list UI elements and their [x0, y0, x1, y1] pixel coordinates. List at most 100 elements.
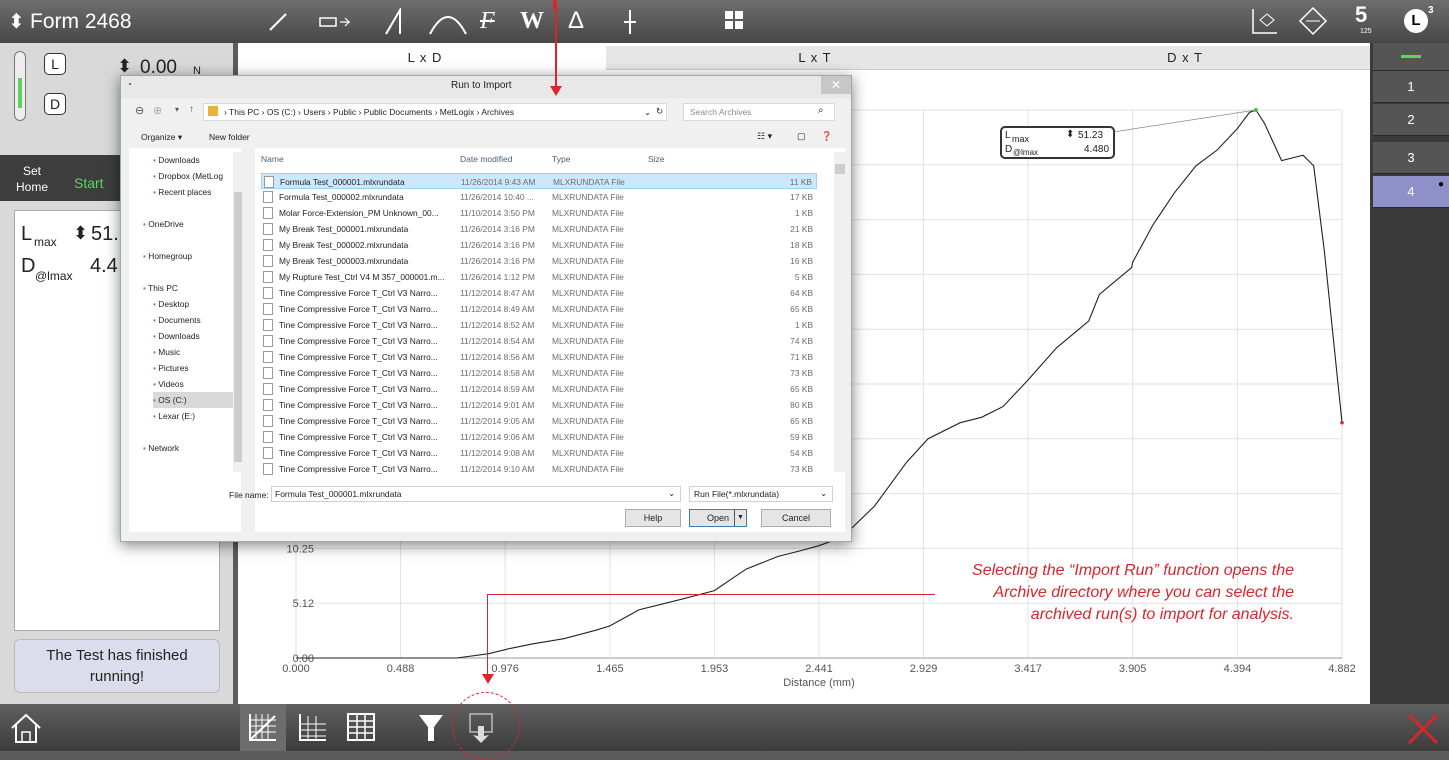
filename-input[interactable]: Formula Test_000001.mlxrundata ⌄ [271, 486, 681, 502]
recent-dropdown-icon[interactable]: ▾ [175, 105, 179, 114]
nav-item[interactable]: ▪ OneDrive [143, 216, 184, 232]
file-row[interactable]: Tine Compressive Force T_Ctrl V3 Narro..… [261, 381, 817, 397]
nav-item[interactable]: ▪ Downloads [153, 328, 200, 344]
forward-arrow-icon[interactable]: ⊕ [153, 104, 162, 117]
cancel-button[interactable]: Cancel [761, 509, 831, 527]
up-arrow-icon[interactable]: ↑ [189, 104, 194, 115]
home-icon[interactable] [8, 710, 44, 746]
run-3[interactable]: 3 [1373, 142, 1449, 174]
file-row[interactable]: Tine Compressive Force T_Ctrl V3 Narro..… [261, 333, 817, 349]
break-icon[interactable] [622, 8, 638, 36]
file-row[interactable]: Tine Compressive Force T_Ctrl V3 Narro..… [261, 349, 817, 365]
l-badge[interactable]: L [1404, 9, 1428, 33]
file-row[interactable]: My Break Test_000003.mlxrundata 11/26/201… [261, 253, 817, 269]
d-button[interactable]: D [44, 93, 66, 115]
breadcrumb[interactable]: › This PC › OS (C:) › Users › Public › P… [224, 107, 514, 117]
tab-lxt[interactable]: L x T [606, 46, 1024, 70]
open-button[interactable]: Open ▼ [689, 509, 747, 527]
file-row[interactable]: My Break Test_000001.mlxrundata 11/26/201… [261, 221, 817, 237]
help-button[interactable]: Help [625, 509, 681, 527]
breadcrumb-item[interactable]: This PC [229, 107, 262, 117]
help-icon[interactable]: ❓ [821, 131, 832, 142]
file-row[interactable]: Tine Compressive Force T_Ctrl V3 Narro..… [261, 285, 817, 301]
file-row[interactable]: My Rupture Test_Ctrl V4 M 357_000001.m..… [261, 269, 817, 285]
file-row[interactable]: Tine Compressive Force T_Ctrl V3 Narro..… [261, 429, 817, 445]
file-row[interactable]: Tine Compressive Force T_Ctrl V3 Narro..… [261, 317, 817, 333]
file-row[interactable]: Tine Compressive Force T_Ctrl V3 Narro..… [261, 397, 817, 413]
nav-item[interactable]: ▪ Network [143, 440, 179, 456]
dialog-close-button[interactable]: ✕ [821, 76, 851, 94]
breadcrumb-item[interactable]: Public [333, 107, 359, 117]
strikethrough-f-icon[interactable]: F [480, 8, 495, 34]
breadcrumb-item[interactable]: MetLogix [440, 107, 477, 117]
nav-scrollbar[interactable] [233, 152, 243, 472]
curve-icon[interactable] [428, 8, 468, 36]
slope-icon[interactable] [382, 8, 408, 36]
file-row[interactable]: Tine Compressive Force T_Ctrl V3 Narro..… [261, 413, 817, 429]
col-date[interactable]: Date modified [460, 154, 512, 164]
file-scrollbar[interactable] [834, 152, 846, 472]
nav-item[interactable]: ▪ Dropbox (MetLog [153, 168, 223, 184]
breadcrumb-item[interactable]: Archives [481, 107, 514, 117]
breadcrumb-item[interactable]: Public Documents [364, 107, 435, 117]
marker-icon[interactable] [318, 12, 352, 32]
set-home-button[interactable]: Set Home [14, 163, 50, 195]
start-button[interactable]: Start [74, 175, 104, 191]
nav-item[interactable]: ▪ Videos [153, 376, 184, 392]
tab-dxt[interactable]: D x T [1000, 46, 1370, 70]
filter-icon[interactable] [416, 712, 446, 744]
back-arrow-icon[interactable]: ⊖ [135, 104, 144, 117]
nav-item[interactable]: ▪ Pictures [153, 360, 189, 376]
nav-item[interactable]: ▪ OS (C:) [153, 392, 233, 408]
file-row[interactable]: Tine Compressive Force T_Ctrl V3 Narro..… [261, 365, 817, 381]
nav-scrollbar-thumb[interactable] [234, 192, 242, 462]
nav-item[interactable]: ▪ Downloads [153, 152, 200, 168]
l-button[interactable]: L [44, 53, 66, 75]
count-5[interactable]: 5 [1355, 2, 1367, 28]
address-bar[interactable]: › This PC › OS (C:) › Users › Public › P… [203, 103, 667, 121]
diamond-target-icon[interactable] [1298, 6, 1328, 36]
address-dropdown-icon[interactable]: ⌄ [644, 107, 651, 118]
nav-item[interactable]: ▪ Recent places [153, 184, 211, 200]
filename-dropdown-icon[interactable]: ⌄ [668, 488, 675, 499]
view-options-icon[interactable]: ☷ ▾ [757, 131, 772, 142]
file-scrollbar-thumb[interactable] [835, 164, 845, 174]
file-row[interactable]: Tine Compressive Force T_Ctrl V3 Narro..… [261, 445, 817, 461]
bar-graph-icon[interactable] [298, 712, 328, 742]
search-icon[interactable]: ⌕ [818, 105, 824, 116]
new-folder-button[interactable]: New folder [209, 132, 250, 142]
chart-origin-icon[interactable] [1250, 6, 1280, 36]
filetype-select[interactable]: Run File(*.mlxrundata) ⌄ [689, 486, 833, 502]
grid-icon[interactable] [724, 10, 744, 30]
filetype-dropdown-icon[interactable]: ⌄ [820, 488, 827, 499]
refresh-icon[interactable]: ↻ [656, 106, 663, 117]
table-view-icon[interactable] [346, 712, 376, 742]
breadcrumb-item[interactable]: Users [303, 107, 328, 117]
delta-icon[interactable]: Δ [568, 8, 584, 34]
expand-arrows-icon[interactable]: ⬍ [8, 9, 25, 34]
form-title[interactable]: Form 2468 [30, 10, 132, 34]
col-name[interactable]: Name [261, 154, 284, 164]
breadcrumb-item[interactable]: OS (C:) [267, 107, 298, 117]
tab-lxd[interactable]: L x D [244, 46, 606, 70]
nav-item[interactable]: ▪ Desktop [153, 296, 189, 312]
w-icon[interactable]: W [520, 8, 544, 34]
nav-item[interactable]: ▪ Lexar (E:) [153, 408, 195, 424]
nav-item[interactable]: ▪ Homegroup [143, 248, 192, 264]
run-1[interactable]: 1 [1373, 71, 1449, 103]
file-row[interactable]: Formula Test_000002.mlxrundata 11/26/2014… [261, 189, 817, 205]
file-row[interactable]: My Break Test_000002.mlxrundata 11/26/201… [261, 237, 817, 253]
pen-icon[interactable] [266, 10, 290, 34]
organize-menu[interactable]: Organize ▾ [141, 132, 182, 143]
col-type[interactable]: Type [552, 154, 570, 164]
run-2[interactable]: 2 [1373, 104, 1449, 136]
nav-item[interactable]: ▪ Documents [153, 312, 201, 328]
level-slider[interactable] [14, 51, 26, 121]
col-size[interactable]: Size [648, 154, 665, 164]
preview-pane-icon[interactable]: ▢ [797, 131, 806, 142]
file-row[interactable]: Molar Force-Extension_PM Unknown_00... 11… [261, 205, 817, 221]
file-row[interactable]: Tine Compressive Force T_Ctrl V3 Narro..… [261, 461, 817, 477]
file-row[interactable]: Formula Test_000001.mlxrundata 11/26/2014… [261, 173, 817, 189]
open-dropdown-icon[interactable]: ▼ [734, 510, 746, 526]
graph-view-icon[interactable] [248, 712, 278, 742]
